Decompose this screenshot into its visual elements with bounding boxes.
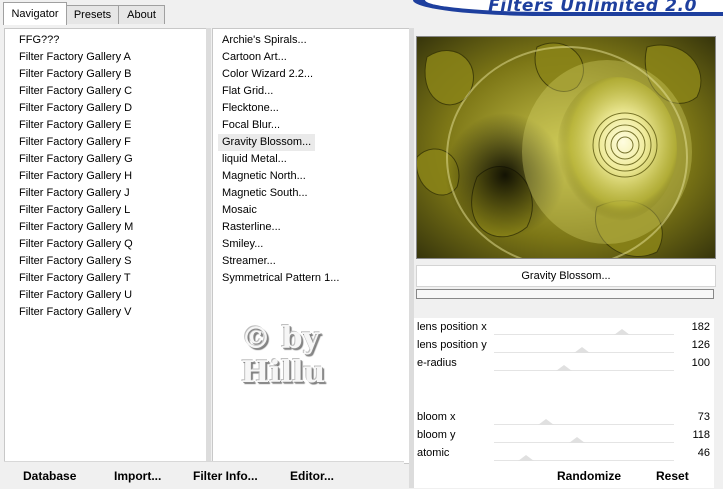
category-item[interactable]: Filter Factory Gallery H bbox=[19, 168, 132, 185]
filter-item[interactable]: Rasterline... bbox=[218, 219, 285, 236]
param-value: 126 bbox=[691, 339, 710, 351]
category-item[interactable]: Filter Factory Gallery E bbox=[19, 117, 131, 134]
preview-image bbox=[416, 36, 716, 259]
category-item[interactable]: Filter Factory Gallery C bbox=[19, 83, 132, 100]
param-slider-track[interactable] bbox=[494, 334, 674, 335]
category-item[interactable]: FFG??? bbox=[19, 32, 59, 49]
param-slider-track[interactable] bbox=[494, 370, 674, 371]
param-slider-thumb[interactable] bbox=[568, 437, 585, 443]
category-item[interactable]: Filter Factory Gallery D bbox=[19, 100, 132, 117]
param-label: lens position y bbox=[417, 339, 487, 351]
filter-item[interactable]: Symmetrical Pattern 1... bbox=[218, 270, 343, 287]
param-value: 182 bbox=[691, 321, 710, 333]
filter-item[interactable]: Archie's Spirals... bbox=[218, 32, 311, 49]
app-title: Filters Unlimited 2.0 bbox=[488, 0, 697, 16]
category-item[interactable]: Filter Factory Gallery Q bbox=[19, 236, 133, 253]
param-label: atomic bbox=[417, 447, 450, 459]
category-item[interactable]: Filter Factory Gallery V bbox=[19, 304, 131, 321]
tab-navigator[interactable]: Navigator bbox=[3, 2, 67, 25]
param-slider-thumb[interactable] bbox=[613, 329, 630, 335]
param-row[interactable]: bloom x 73 bbox=[414, 409, 714, 427]
category-list[interactable]: FFG??? Filter Factory Gallery A Filter Fac… bbox=[4, 28, 207, 464]
param-row[interactable]: bloom y 118 bbox=[414, 427, 714, 445]
filter-item[interactable]: Flecktone... bbox=[218, 100, 283, 117]
watermark-line-2: Hillu bbox=[241, 355, 326, 390]
app-banner: Filters Unlimited 2.0 bbox=[413, 0, 723, 16]
tab-presets[interactable]: Presets bbox=[66, 5, 119, 24]
filter-info-button[interactable]: Filter Info... bbox=[193, 469, 258, 483]
import-button[interactable]: Import... bbox=[114, 469, 161, 483]
param-label: e-radius bbox=[417, 357, 457, 369]
param-row[interactable]: lens position x 182 bbox=[414, 319, 714, 337]
category-item[interactable]: Filter Factory Gallery U bbox=[19, 287, 132, 304]
filter-item[interactable]: Streamer... bbox=[218, 253, 280, 270]
category-item[interactable]: Filter Factory Gallery A bbox=[19, 49, 131, 66]
tab-about[interactable]: About bbox=[118, 5, 165, 24]
param-row[interactable]: e-radius 100 bbox=[414, 355, 714, 373]
param-slider-thumb[interactable] bbox=[574, 347, 591, 353]
category-item[interactable]: Filter Factory Gallery J bbox=[19, 185, 130, 202]
filter-name-display: Gravity Blossom... bbox=[416, 265, 716, 287]
filter-item[interactable]: Color Wizard 2.2... bbox=[218, 66, 317, 83]
filter-list[interactable]: © by Hillu Archie's Spirals... Cartoon Ar… bbox=[212, 28, 410, 464]
watermark-line-1: © by bbox=[241, 321, 320, 356]
param-value: 73 bbox=[697, 411, 710, 423]
param-slider-thumb[interactable] bbox=[538, 419, 555, 425]
filter-item[interactable]: Flat Grid... bbox=[218, 83, 277, 100]
category-item[interactable]: Filter Factory Gallery F bbox=[19, 134, 131, 151]
bottom-toolbar: Database Import... Filter Info... Editor… bbox=[4, 461, 404, 489]
param-slider-thumb[interactable] bbox=[556, 365, 573, 371]
pane-divider[interactable] bbox=[206, 28, 211, 462]
database-button[interactable]: Database bbox=[23, 469, 76, 483]
filter-item[interactable]: Magnetic South... bbox=[218, 185, 312, 202]
param-value: 46 bbox=[697, 447, 710, 459]
filter-item[interactable]: Mosaic bbox=[218, 202, 261, 219]
category-item[interactable]: Filter Factory Gallery L bbox=[19, 202, 130, 219]
filter-item[interactable]: Magnetic North... bbox=[218, 168, 310, 185]
category-item[interactable]: Filter Factory Gallery T bbox=[19, 270, 131, 287]
param-value: 100 bbox=[691, 357, 710, 369]
filter-item[interactable]: Cartoon Art... bbox=[218, 49, 291, 66]
filter-item[interactable]: Smiley... bbox=[218, 236, 267, 253]
param-row[interactable]: lens position y 126 bbox=[414, 337, 714, 355]
param-label: lens position x bbox=[417, 321, 487, 333]
progress-bar bbox=[416, 289, 714, 299]
filter-item[interactable]: Focal Blur... bbox=[218, 117, 284, 134]
filter-item[interactable]: Gravity Blossom... bbox=[218, 134, 316, 151]
param-label: bloom y bbox=[417, 429, 456, 441]
category-item[interactable]: Filter Factory Gallery M bbox=[19, 219, 133, 236]
editor-button[interactable]: Editor... bbox=[290, 469, 334, 483]
param-label: bloom x bbox=[417, 411, 456, 423]
randomize-button[interactable]: Randomize bbox=[557, 469, 621, 483]
category-item[interactable]: Filter Factory Gallery B bbox=[19, 66, 131, 83]
parameter-panel: lens position x 182 lens position y 126 e-ra… bbox=[414, 318, 714, 488]
category-item[interactable]: Filter Factory Gallery S bbox=[19, 253, 131, 270]
param-slider-track[interactable] bbox=[494, 424, 674, 425]
param-row[interactable]: atomic 46 bbox=[414, 445, 714, 463]
param-slider-thumb[interactable] bbox=[518, 455, 535, 461]
category-item[interactable]: Filter Factory Gallery G bbox=[19, 151, 133, 168]
filter-item[interactable]: liquid Metal... bbox=[218, 151, 291, 168]
param-value: 118 bbox=[692, 429, 710, 441]
reset-button[interactable]: Reset bbox=[656, 469, 689, 483]
